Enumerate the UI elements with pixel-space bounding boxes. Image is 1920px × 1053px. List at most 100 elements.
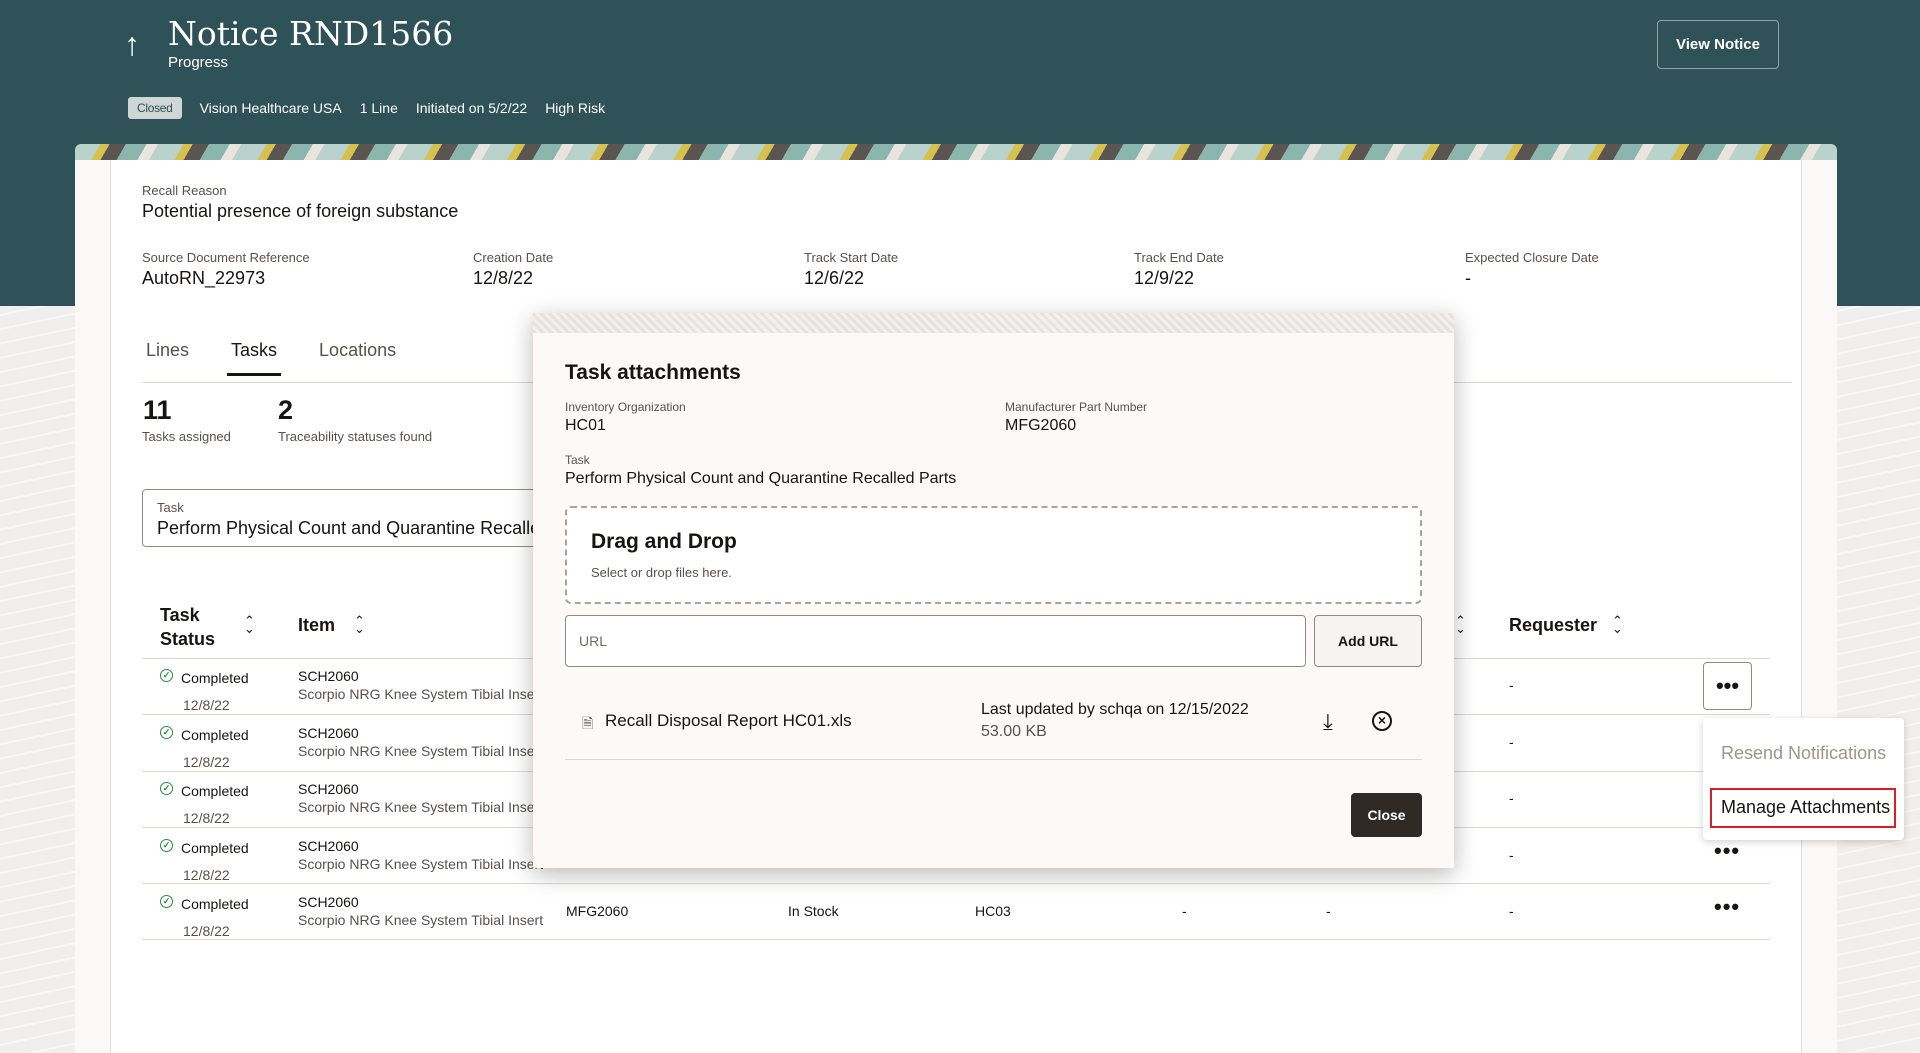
tab-bar: Lines Tasks Locations [142, 340, 434, 376]
col-header-task-status-line2: Status [160, 629, 216, 649]
attachment-updated: Last updated by schqa on 12/15/2022 [981, 701, 1249, 718]
inv-org-value: HC01 [565, 417, 606, 434]
notice-meta: Closed Vision Healthcare USA 1 Line Init… [128, 97, 605, 119]
tab-locations[interactable]: Locations [319, 340, 396, 376]
tasks-assigned-label: Tasks assigned [142, 429, 231, 444]
recall-reason-label: Recall Reason [142, 183, 227, 198]
mfg-part-label: Manufacturer Part Number [1005, 400, 1148, 414]
attachment-file-name[interactable]: Recall Disposal Report HC01.xls [605, 711, 852, 731]
row-item: SCH2060 [298, 781, 359, 797]
row-org: HC03 [975, 903, 1011, 919]
decorative-banner [75, 144, 1837, 160]
dialog-header-strip [533, 313, 1454, 333]
row-status: Completed [181, 727, 249, 743]
file-dropzone[interactable]: Drag and Drop Select or drop files here. [565, 506, 1422, 604]
menu-item-resend-notifications: Resend Notifications [1721, 743, 1887, 763]
row-requester: - [1509, 847, 1514, 863]
dropzone-title: Drag and Drop [591, 530, 737, 553]
row-item: SCH2060 [298, 668, 359, 684]
row-requester: - [1509, 790, 1514, 806]
row-item-desc: Scorpio NRG Knee System Tibial Insert [298, 799, 544, 815]
url-input[interactable] [565, 615, 1306, 667]
table-divider [142, 939, 1770, 940]
view-notice-button[interactable]: View Notice [1657, 20, 1779, 69]
col-header-requester[interactable]: Requester [1509, 615, 1597, 636]
task-select-label: Task [157, 500, 184, 515]
recall-reason-value: Potential presence of foreign substance [142, 201, 459, 221]
arrow-up-icon[interactable]: ↑ [124, 26, 140, 63]
page-title: Notice RND1566 [168, 14, 454, 53]
traceability-count: 2 [278, 395, 294, 425]
traceability-label: Traceability statuses found [278, 429, 433, 444]
row-item-desc: Scorpio NRG Knee System Tibial Insert [298, 912, 544, 928]
row-actions-menu: Resend Notifications Manage Attachments [1703, 718, 1904, 840]
menu-item-manage-attachments[interactable]: Manage Attachments [1721, 797, 1890, 818]
row-item: SCH2060 [298, 838, 359, 854]
file-icon: 🗎 [582, 715, 594, 731]
remove-circle-icon[interactable]: × [1372, 711, 1392, 731]
source-doc-value: AutoRN_22973 [142, 268, 266, 288]
more-icon[interactable]: ••• [1714, 894, 1740, 920]
row-cell: - [1326, 903, 1331, 919]
attachment-size: 53.00 KB [981, 723, 1047, 740]
task-attachments-dialog: Task attachments Inventory Organization … [533, 313, 1454, 868]
col-header-item[interactable]: Item [298, 615, 335, 636]
row-item-desc: Scorpio NRG Knee System Tibial Insert [298, 686, 544, 702]
attachment-divider [565, 759, 1422, 760]
sort-icon[interactable]: ⌃ ⌄ [244, 614, 255, 635]
task-select-value: Perform Physical Count and Quarantine Re… [157, 518, 562, 538]
inv-org-label: Inventory Organization [565, 400, 686, 414]
row-date: 12/8/22 [183, 923, 230, 939]
col-header-task-status[interactable]: Task Status [160, 603, 215, 651]
close-button[interactable]: Close [1351, 793, 1422, 837]
sort-icon[interactable]: ⌃ ⌄ [1612, 614, 1623, 635]
check-circle-icon: ✓ [160, 669, 173, 682]
row-item-desc: Scorpio NRG Knee System Tibial Insert [298, 856, 544, 872]
row-status: Completed [181, 670, 249, 686]
tasks-assigned-count: 11 [143, 395, 172, 425]
row-requester: - [1509, 677, 1514, 693]
meta-organization: Vision Healthcare USA [199, 100, 342, 116]
track-start-value: 12/6/22 [804, 268, 865, 288]
row-actions-button[interactable]: ••• [1703, 662, 1752, 710]
add-url-button[interactable]: Add URL [1314, 615, 1422, 667]
row-date: 12/8/22 [183, 754, 230, 770]
source-doc-label: Source Document Reference [142, 250, 310, 265]
page-subtitle: Progress [168, 54, 229, 71]
more-icon[interactable]: ••• [1714, 838, 1740, 864]
row-item: SCH2060 [298, 725, 359, 741]
sort-icon[interactable]: ⌃ ⌄ [354, 614, 365, 635]
meta-risk: High Risk [545, 100, 606, 116]
status-badge: Closed [128, 97, 182, 119]
task-value: Perform Physical Count and Quarantine Re… [565, 470, 957, 487]
check-circle-icon: ✓ [160, 782, 173, 795]
meta-initiated: Initiated on 5/2/22 [415, 100, 528, 116]
sort-icon[interactable]: ⌃ ⌄ [1455, 614, 1466, 635]
check-circle-icon: ✓ [160, 839, 173, 852]
row-item-desc: Scorpio NRG Knee System Tibial Insert [298, 743, 544, 759]
row-status: Completed [181, 783, 249, 799]
row-date: 12/8/22 [183, 697, 230, 713]
more-icon: ••• [1715, 673, 1740, 698]
mfg-part-value: MFG2060 [1005, 417, 1077, 434]
row-requester: - [1509, 734, 1514, 750]
tab-tasks[interactable]: Tasks [227, 340, 282, 376]
task-select[interactable]: Task Perform Physical Count and Quaranti… [142, 489, 562, 547]
expected-closure-value: - [1465, 268, 1471, 288]
download-icon[interactable]: ⤓ [1323, 709, 1333, 735]
track-end-value: 12/9/22 [1134, 268, 1195, 288]
creation-date-value: 12/8/22 [473, 268, 534, 288]
creation-date-label: Creation Date [473, 250, 554, 265]
row-mfg-part: MFG2060 [566, 903, 629, 919]
row-cell: - [1182, 903, 1187, 919]
dropzone-subtitle: Select or drop files here. [591, 565, 732, 580]
check-circle-icon: ✓ [160, 726, 173, 739]
row-stock: In Stock [788, 903, 839, 919]
track-start-label: Track Start Date [804, 250, 899, 265]
tab-lines[interactable]: Lines [146, 340, 189, 376]
col-header-task-status-line1: Task [160, 605, 200, 625]
expected-closure-label: Expected Closure Date [1465, 250, 1599, 265]
row-date: 12/8/22 [183, 810, 230, 826]
meta-lines: 1 Line [359, 100, 398, 116]
row-date: 12/8/22 [183, 867, 230, 883]
